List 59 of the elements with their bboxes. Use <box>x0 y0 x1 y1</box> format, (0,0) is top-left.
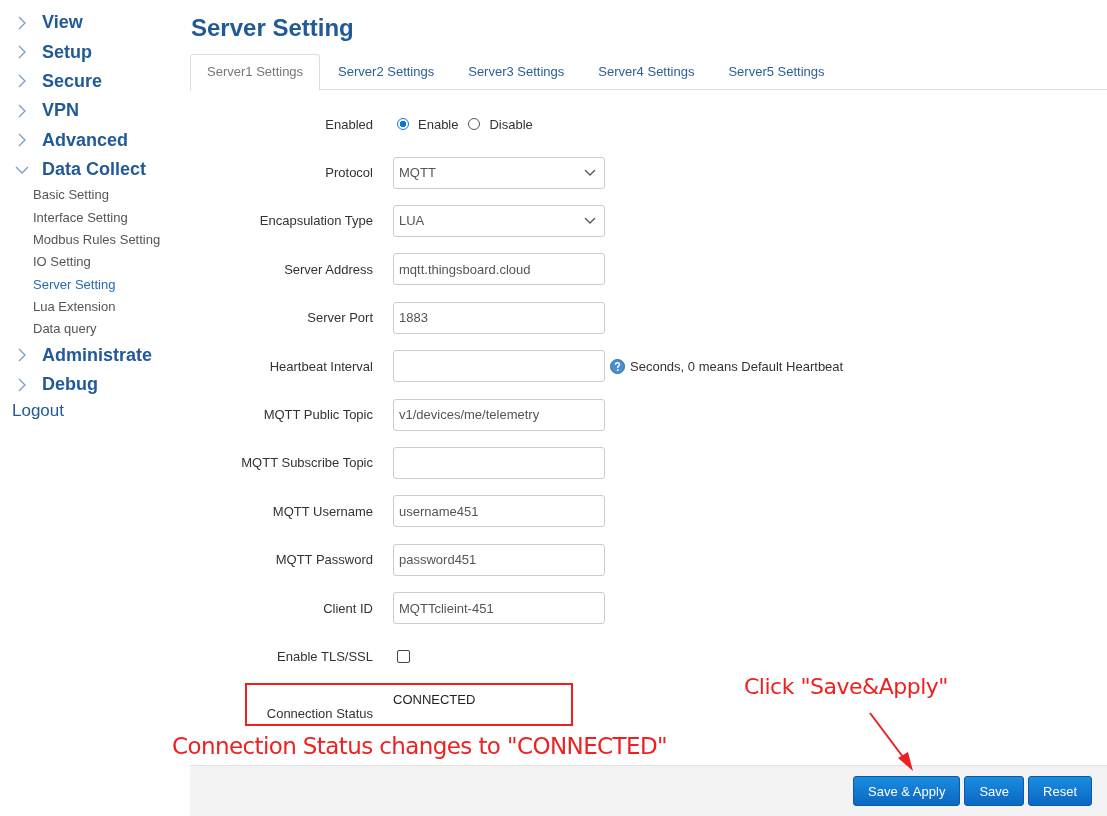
input-field[interactable] <box>393 446 605 479</box>
field-label: Heartbeat Interval <box>268 358 373 374</box>
logout-link[interactable]: Logout <box>0 401 190 422</box>
tab[interactable]: Server4 Settings <box>582 54 711 89</box>
tab[interactable]: Server2 Settings <box>322 54 451 89</box>
input-field[interactable]: password451 <box>393 543 605 576</box>
input-field[interactable]: username451 <box>393 495 605 528</box>
field-label: Client ID <box>322 600 373 616</box>
field-label: Enabled <box>324 116 373 132</box>
nav-item[interactable]: Setup <box>0 37 190 67</box>
caret-icon <box>584 168 596 177</box>
annotation-text: Click "Save&Apply" <box>744 674 948 699</box>
input-field[interactable]: v1/devices/me/telemetry <box>393 398 605 431</box>
radio-label: Enable <box>418 116 459 132</box>
input-field[interactable]: 1883 <box>393 301 605 334</box>
nav-item[interactable]: VPN <box>0 96 190 126</box>
radio-label: Disable <box>489 116 533 132</box>
action-button[interactable]: Save <box>964 776 1025 806</box>
nav-item[interactable]: Data Collect <box>0 154 190 185</box>
help-icon <box>610 358 625 374</box>
nav-item[interactable]: Secure <box>0 66 190 97</box>
input-field[interactable] <box>393 350 605 383</box>
nav-subitem[interactable]: Modbus Rules Setting <box>0 228 190 252</box>
checkbox[interactable] <box>397 650 410 663</box>
nav-subitem[interactable]: Basic Setting <box>0 184 190 207</box>
tab[interactable]: Server5 Settings <box>712 54 841 89</box>
annotation-text: Connection Status changes to "CONNECTED" <box>172 733 668 760</box>
nav-item[interactable]: View <box>0 8 190 38</box>
action-button[interactable]: Reset <box>1028 776 1092 806</box>
action-button[interactable]: Save & Apply <box>853 776 961 806</box>
field-label: MQTT Password <box>274 552 373 568</box>
nav-subitem[interactable]: Lua Extension <box>0 295 190 319</box>
nav-subitem[interactable]: Server Setting <box>0 273 190 296</box>
caret-icon <box>584 216 596 225</box>
dropdown[interactable]: LUA <box>393 204 605 237</box>
field-label: Protocol <box>324 165 373 181</box>
input-field[interactable]: mqtt.thingsboard.cloud <box>393 253 605 286</box>
nav-item[interactable]: Advanced <box>0 125 190 155</box>
tab[interactable]: Server1 Settings <box>190 54 321 91</box>
page-title: Server Setting <box>191 14 355 43</box>
field-label: Connection Status <box>265 706 373 722</box>
nav-subitem[interactable]: Interface Setting <box>0 206 190 229</box>
nav-subitem[interactable]: IO Setting <box>0 251 190 274</box>
nav-subitem[interactable]: Data query <box>0 318 190 341</box>
field-hint: Seconds, 0 means Default Heartbeat <box>630 358 844 374</box>
tab[interactable]: Server3 Settings <box>452 54 581 89</box>
input-field[interactable]: MQTTclieint-451 <box>393 592 605 625</box>
field-label: Enable TLS/SSL <box>276 649 373 664</box>
field-label: Server Address <box>283 261 373 277</box>
radio-button[interactable] <box>397 118 409 131</box>
field-label: Server Port <box>306 310 373 326</box>
nav-item[interactable]: Administrate <box>0 340 190 370</box>
field-label: MQTT Username <box>271 503 373 519</box>
nav-item[interactable]: Debug <box>0 369 190 400</box>
dropdown[interactable]: MQTT <box>393 156 605 189</box>
status-value: CONNECTED <box>393 692 476 708</box>
field-label: MQTT Subscribe Topic <box>240 455 373 471</box>
field-label: MQTT Public Topic <box>262 407 373 423</box>
field-label: Encapsulation Type <box>258 213 373 229</box>
